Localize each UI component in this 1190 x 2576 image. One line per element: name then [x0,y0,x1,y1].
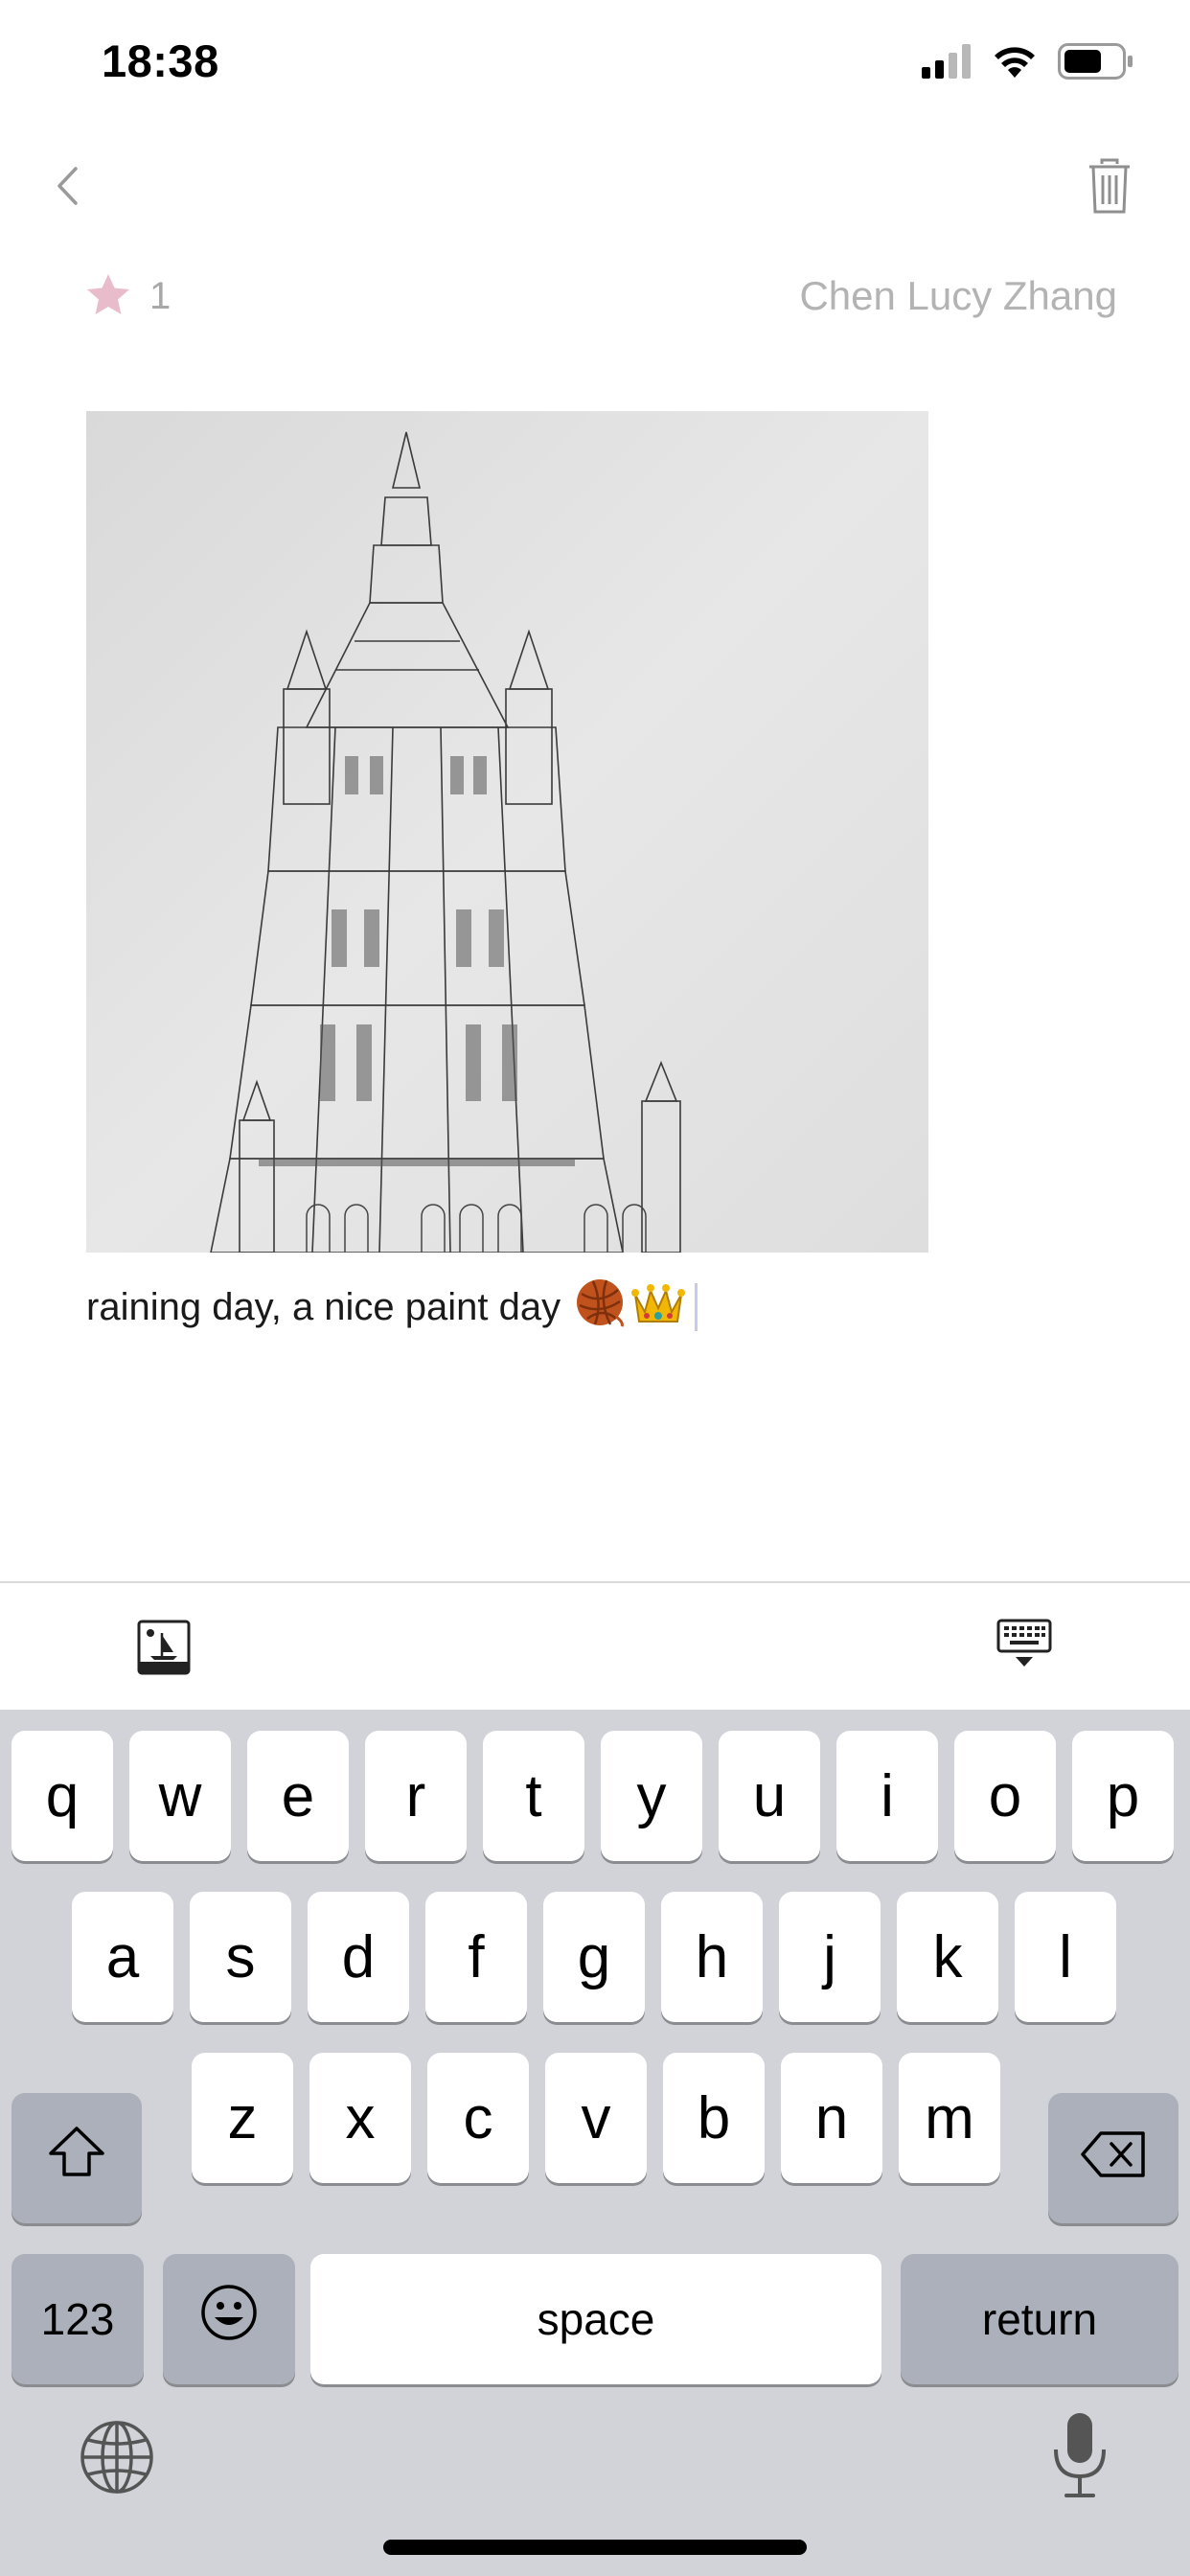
author-name: Chen Lucy Zhang [799,273,1117,318]
globe-button[interactable] [77,2419,157,2499]
dismiss-keyboard-icon [996,1619,1052,1673]
battery-icon [1058,42,1134,84]
caption-emoji [574,1276,698,1338]
backspace-icon [1080,2125,1147,2193]
insert-image-button[interactable] [130,1616,197,1683]
key-g[interactable]: g [543,1892,645,2022]
globe-icon [79,2419,155,2500]
key-x[interactable]: x [309,2053,411,2183]
key-f[interactable]: f [425,1892,527,2022]
emoji-icon [199,2283,259,2357]
numbers-key[interactable]: 123 [11,2254,144,2384]
key-c[interactable]: c [427,2053,529,2183]
key-y[interactable]: y [601,1731,702,1861]
home-indicator [383,2540,807,2555]
dismiss-keyboard-button[interactable] [991,1612,1058,1679]
shift-icon [47,2125,106,2193]
key-h[interactable]: h [661,1892,763,2022]
chevron-left-icon [55,165,80,212]
key-o[interactable]: o [954,1731,1056,1861]
back-button[interactable] [46,153,88,222]
microphone-icon [1051,2411,1109,2504]
delete-key[interactable] [1048,2093,1179,2223]
delete-button[interactable] [1075,153,1144,222]
cellular-signal-icon [922,43,972,83]
key-e[interactable]: e [247,1731,349,1861]
trash-icon [1088,158,1131,218]
key-r[interactable]: r [365,1731,467,1861]
key-j[interactable]: j [779,1892,881,2022]
wifi-icon [991,43,1039,84]
keyboard-accessory-bar [0,1581,1190,1710]
skyscraper-drawing [86,411,928,1253]
status-icons [922,42,1134,84]
keyboard: qwertyuiop asdfghjkl zxcvbnm 123 space r… [0,1710,1190,2576]
key-l[interactable]: l [1015,1892,1116,2022]
yarn-ball-emoji-icon [574,1276,626,1338]
star-count: 1 [149,274,172,317]
key-t[interactable]: t [483,1731,584,1861]
post-caption[interactable]: raining day, a nice paint day [86,1275,698,1340]
key-m[interactable]: m [899,2053,1000,2183]
status-time: 18:38 [102,35,219,86]
post-meta-row: 1 Chen Lucy Zhang [86,266,1117,326]
key-u[interactable]: u [719,1731,820,1861]
post-image[interactable] [86,411,928,1253]
key-i[interactable]: i [836,1731,938,1861]
return-key[interactable]: return [901,2254,1179,2384]
key-s[interactable]: s [190,1892,291,2022]
shift-key[interactable] [11,2093,142,2223]
text-cursor [695,1283,698,1331]
emoji-key[interactable] [163,2254,295,2384]
space-key[interactable]: space [310,2254,881,2384]
key-b[interactable]: b [663,2053,765,2183]
caption-text: raining day, a nice paint day [86,1285,561,1328]
crown-emoji-icon [631,1279,686,1335]
star-icon [86,273,130,320]
key-z[interactable]: z [192,2053,293,2183]
key-d[interactable]: d [308,1892,409,2022]
key-q[interactable]: q [11,1731,113,1861]
status-bar: 18:38 [0,0,1190,134]
key-w[interactable]: w [129,1731,231,1861]
key-n[interactable]: n [781,2053,882,2183]
key-k[interactable]: k [897,1892,998,2022]
dictation-button[interactable] [1046,2411,1113,2503]
key-v[interactable]: v [545,2053,647,2183]
key-p[interactable]: p [1072,1731,1174,1861]
insert-image-icon [137,1620,191,1680]
star-rating[interactable]: 1 [86,273,171,320]
key-a[interactable]: a [72,1892,173,2022]
